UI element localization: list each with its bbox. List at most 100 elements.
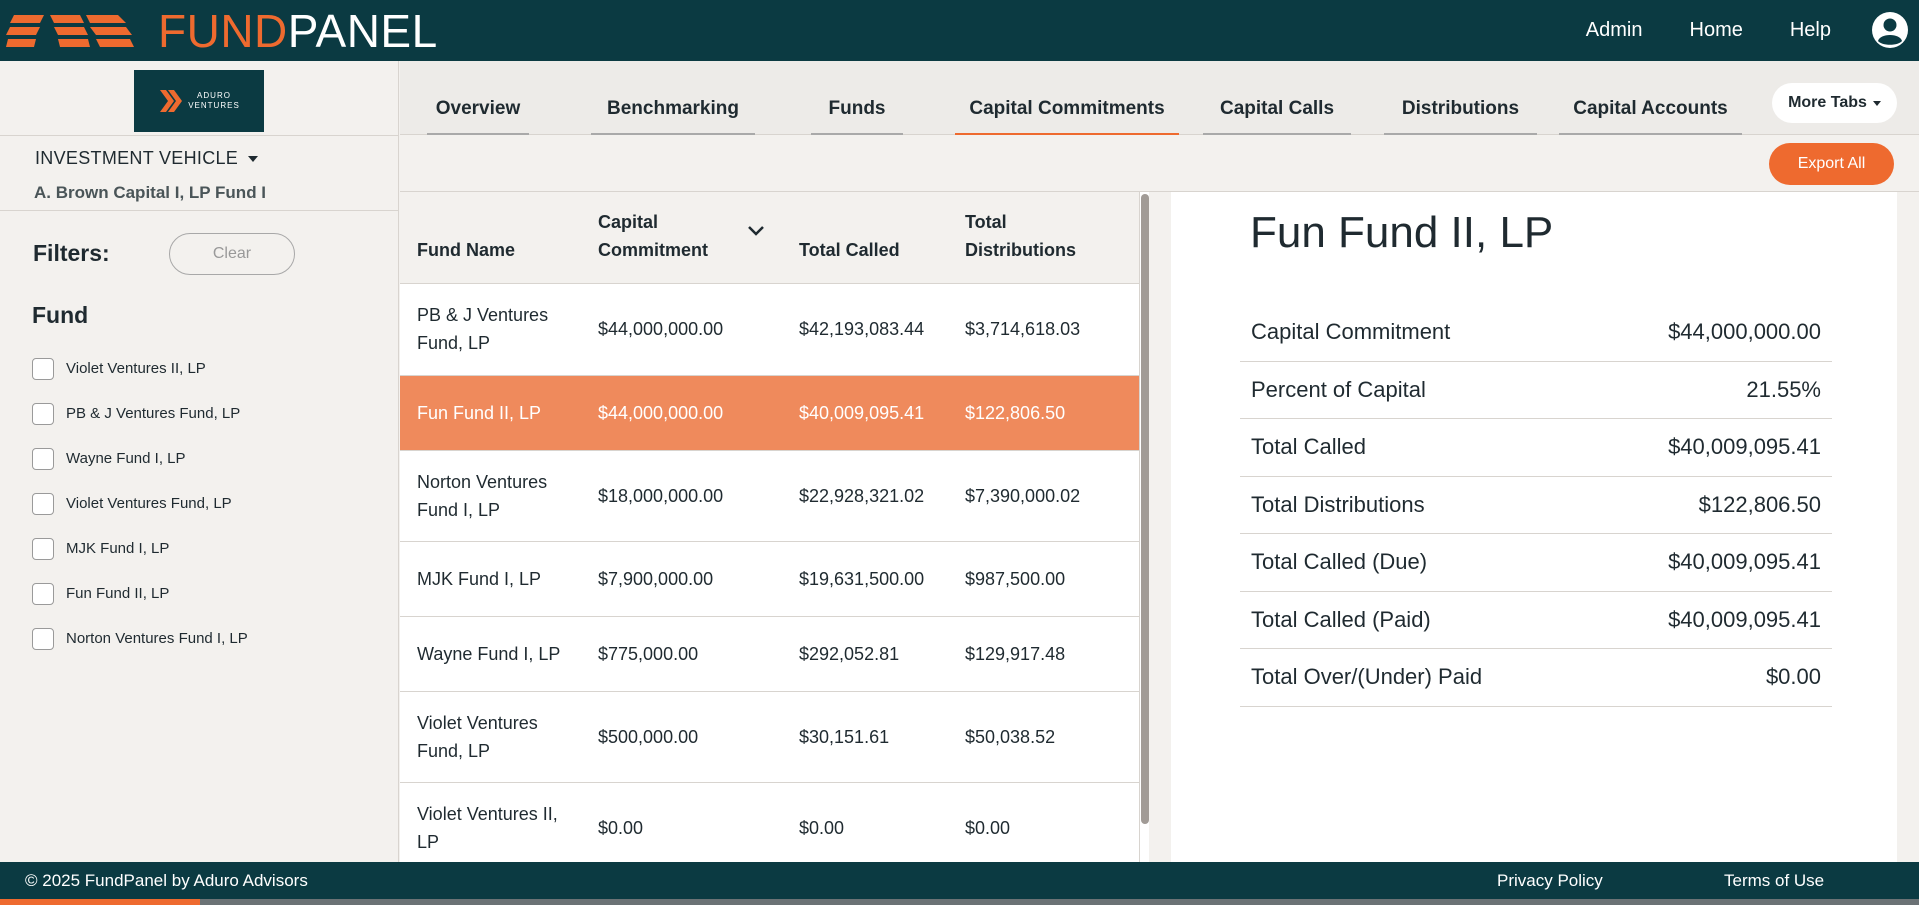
table-row[interactable]: Wayne Fund I, LP $775,000.00 $292,052.81… [400, 617, 1140, 692]
cell-called: $0.00 [799, 818, 845, 838]
header-total-distributions[interactable]: Total Distributions [965, 208, 1076, 264]
fund-name-line1: Norton Ventures [417, 472, 548, 492]
fund-filter-item[interactable]: Violet Ventures II, LP [32, 346, 248, 391]
aduro-mark-icon [160, 90, 183, 112]
detail-label: Total Called (Paid) [1251, 606, 1431, 632]
fund-filter-item[interactable]: Wayne Fund I, LP [32, 436, 248, 481]
investment-vehicle-dropdown[interactable]: INVESTMENT VEHICLE [35, 148, 259, 169]
nav-help[interactable]: Help [1790, 19, 1831, 42]
cell-called: $22,928,321.02 [799, 486, 925, 506]
cell-fund-name: MJK Fund I, LP [417, 569, 542, 589]
fund-name-line2: LP [417, 832, 440, 852]
fund-filter-item[interactable]: PB & J Ventures Fund, LP [32, 391, 248, 436]
fund-filter-label: Fun Fund II, LP [66, 585, 170, 602]
nav-admin[interactable]: Admin [1586, 19, 1643, 42]
divider [0, 135, 399, 136]
header-total-called[interactable]: Total Called [799, 236, 900, 264]
cell-commitment: $500,000.00 [598, 727, 699, 747]
investment-vehicle-value: A. Brown Capital I, LP Fund I [34, 183, 267, 202]
logo-fund-text: FUND [158, 5, 288, 57]
header-fund-name[interactable]: Fund Name [417, 236, 515, 264]
fund-name-line2: Fund, LP [417, 333, 491, 353]
detail-label: Total Called [1251, 434, 1366, 459]
fund-name-line2: Fund I, LP [417, 500, 501, 520]
table-row[interactable]: Norton Ventures Fund I, LP $18,000,000.00… [400, 451, 1140, 542]
tab-distributions[interactable]: Distributions [1384, 96, 1537, 135]
detail-title: Fun Fund II, LP [1250, 208, 1554, 257]
scrollbar-thumb[interactable] [1141, 194, 1149, 824]
fund-filter-item[interactable]: MJK Fund I, LP [32, 526, 248, 571]
table-row[interactable]: Violet Ventures II, LP $0.00 $0.00 $0.00 [400, 783, 1140, 862]
fundpanel-logo[interactable]: FUNDPANEL [6, 8, 438, 54]
cell-called: $292,052.81 [799, 644, 900, 664]
table-row[interactable]: Violet Ventures Fund, LP $500,000.00 $30,… [400, 692, 1140, 783]
fund-filter-item[interactable]: Norton Ventures Fund I, LP [32, 616, 248, 661]
sort-descending-icon[interactable] [747, 225, 765, 237]
more-tabs-button[interactable]: More Tabs [1772, 83, 1897, 123]
table-row[interactable]: PB & J Ventures Fund, LP $44,000,000.00 $… [400, 284, 1140, 376]
detail-label: Total Distributions [1251, 491, 1425, 517]
nav-home[interactable]: Home [1690, 19, 1743, 42]
fund-name-line1: PB & J Ventures [417, 305, 549, 325]
cell-fund-name: Violet Ventures II, LP [417, 800, 558, 856]
fund-filter-item[interactable]: Fun Fund II, LP [32, 571, 248, 616]
checkbox[interactable] [32, 582, 54, 605]
terms-of-use-link[interactable]: Terms of Use [1724, 871, 1824, 891]
table-scrollbar[interactable] [1139, 192, 1149, 862]
cell-called: $30,151.61 [799, 727, 890, 747]
clear-filters-button[interactable]: Clear [169, 233, 295, 275]
header-capital-commitment[interactable]: Capital Commitment [598, 208, 708, 264]
tab-overview[interactable]: Overview [427, 96, 529, 135]
checkbox[interactable] [32, 627, 54, 650]
table-row-selected[interactable]: Fun Fund II, LP $44,000,000.00 $40,009,0… [400, 376, 1140, 451]
detail-value: $40,009,095.41 [1668, 606, 1821, 632]
fund-filter-list: Violet Ventures II, LP PB & J Ventures F… [32, 346, 248, 661]
fund-filter-heading: Fund [32, 302, 89, 328]
detail-label: Capital Commitment [1251, 319, 1451, 344]
export-all-button[interactable]: Export All [1769, 143, 1894, 185]
logo-mark-icon [6, 15, 134, 47]
cell-distributions: $3,714,618.03 [965, 319, 1081, 339]
cell-commitment: $0.00 [598, 818, 644, 838]
detail-value: 21.55% [1746, 376, 1821, 402]
cell-distributions: $129,917.48 [965, 644, 1066, 664]
cell-fund-name: Wayne Fund I, LP [417, 644, 561, 664]
fund-detail-panel: Fun Fund II, LP Capital Commitment $44,00… [1171, 192, 1897, 862]
brand-line1: ADURO [197, 91, 231, 100]
detail-row: Percent of Capital 21.55% [1240, 362, 1832, 419]
cell-distributions: $7,390,000.02 [965, 486, 1081, 506]
detail-row: Total Called (Paid) $40,009,095.41 [1240, 592, 1832, 649]
top-nav: Admin Home Help [1539, 0, 1831, 61]
fund-filter-label: Violet Ventures Fund, LP [66, 495, 232, 512]
filters-label: Filters: [33, 240, 110, 266]
fund-filter-label: Norton Ventures Fund I, LP [66, 630, 248, 647]
checkbox[interactable] [32, 537, 54, 560]
tab-capital-accounts[interactable]: Capital Accounts [1559, 96, 1742, 135]
checkbox[interactable] [32, 447, 54, 470]
user-account-icon[interactable] [1871, 11, 1909, 49]
cell-fund-name: PB & J Ventures Fund, LP [417, 301, 548, 357]
table-row[interactable]: MJK Fund I, LP $7,900,000.00 $19,631,500… [400, 542, 1140, 617]
checkbox[interactable] [32, 357, 54, 380]
cell-fund-name: Fun Fund II, LP [417, 403, 542, 423]
checkbox[interactable] [32, 492, 54, 515]
fund-filter-item[interactable]: Violet Ventures Fund, LP [32, 481, 248, 526]
cell-called: $42,193,083.44 [799, 319, 925, 339]
cell-distributions: $50,038.52 [965, 727, 1056, 747]
logo-wordmark: FUNDPANEL [158, 8, 438, 54]
caret-down-icon [1872, 100, 1881, 106]
detail-row: Total Over/(Under) Paid $0.00 [1240, 649, 1832, 707]
privacy-policy-link[interactable]: Privacy Policy [1497, 871, 1603, 891]
tabs-bar: Overview Benchmarking Funds Capital Comm… [400, 61, 1919, 135]
cell-commitment: $44,000,000.00 [598, 319, 724, 339]
tab-capital-commitments[interactable]: Capital Commitments [955, 96, 1179, 135]
tab-benchmarking[interactable]: Benchmarking [591, 96, 755, 135]
tab-capital-calls[interactable]: Capital Calls [1203, 96, 1351, 135]
fund-name-line1: Violet Ventures [417, 713, 538, 733]
fund-filter-label: Wayne Fund I, LP [66, 450, 186, 467]
page-progress-bar [0, 899, 1919, 905]
header-capital-commitment-line1: Capital [598, 212, 659, 232]
tab-funds[interactable]: Funds [811, 96, 903, 135]
checkbox[interactable] [32, 402, 54, 425]
divider [0, 210, 399, 211]
